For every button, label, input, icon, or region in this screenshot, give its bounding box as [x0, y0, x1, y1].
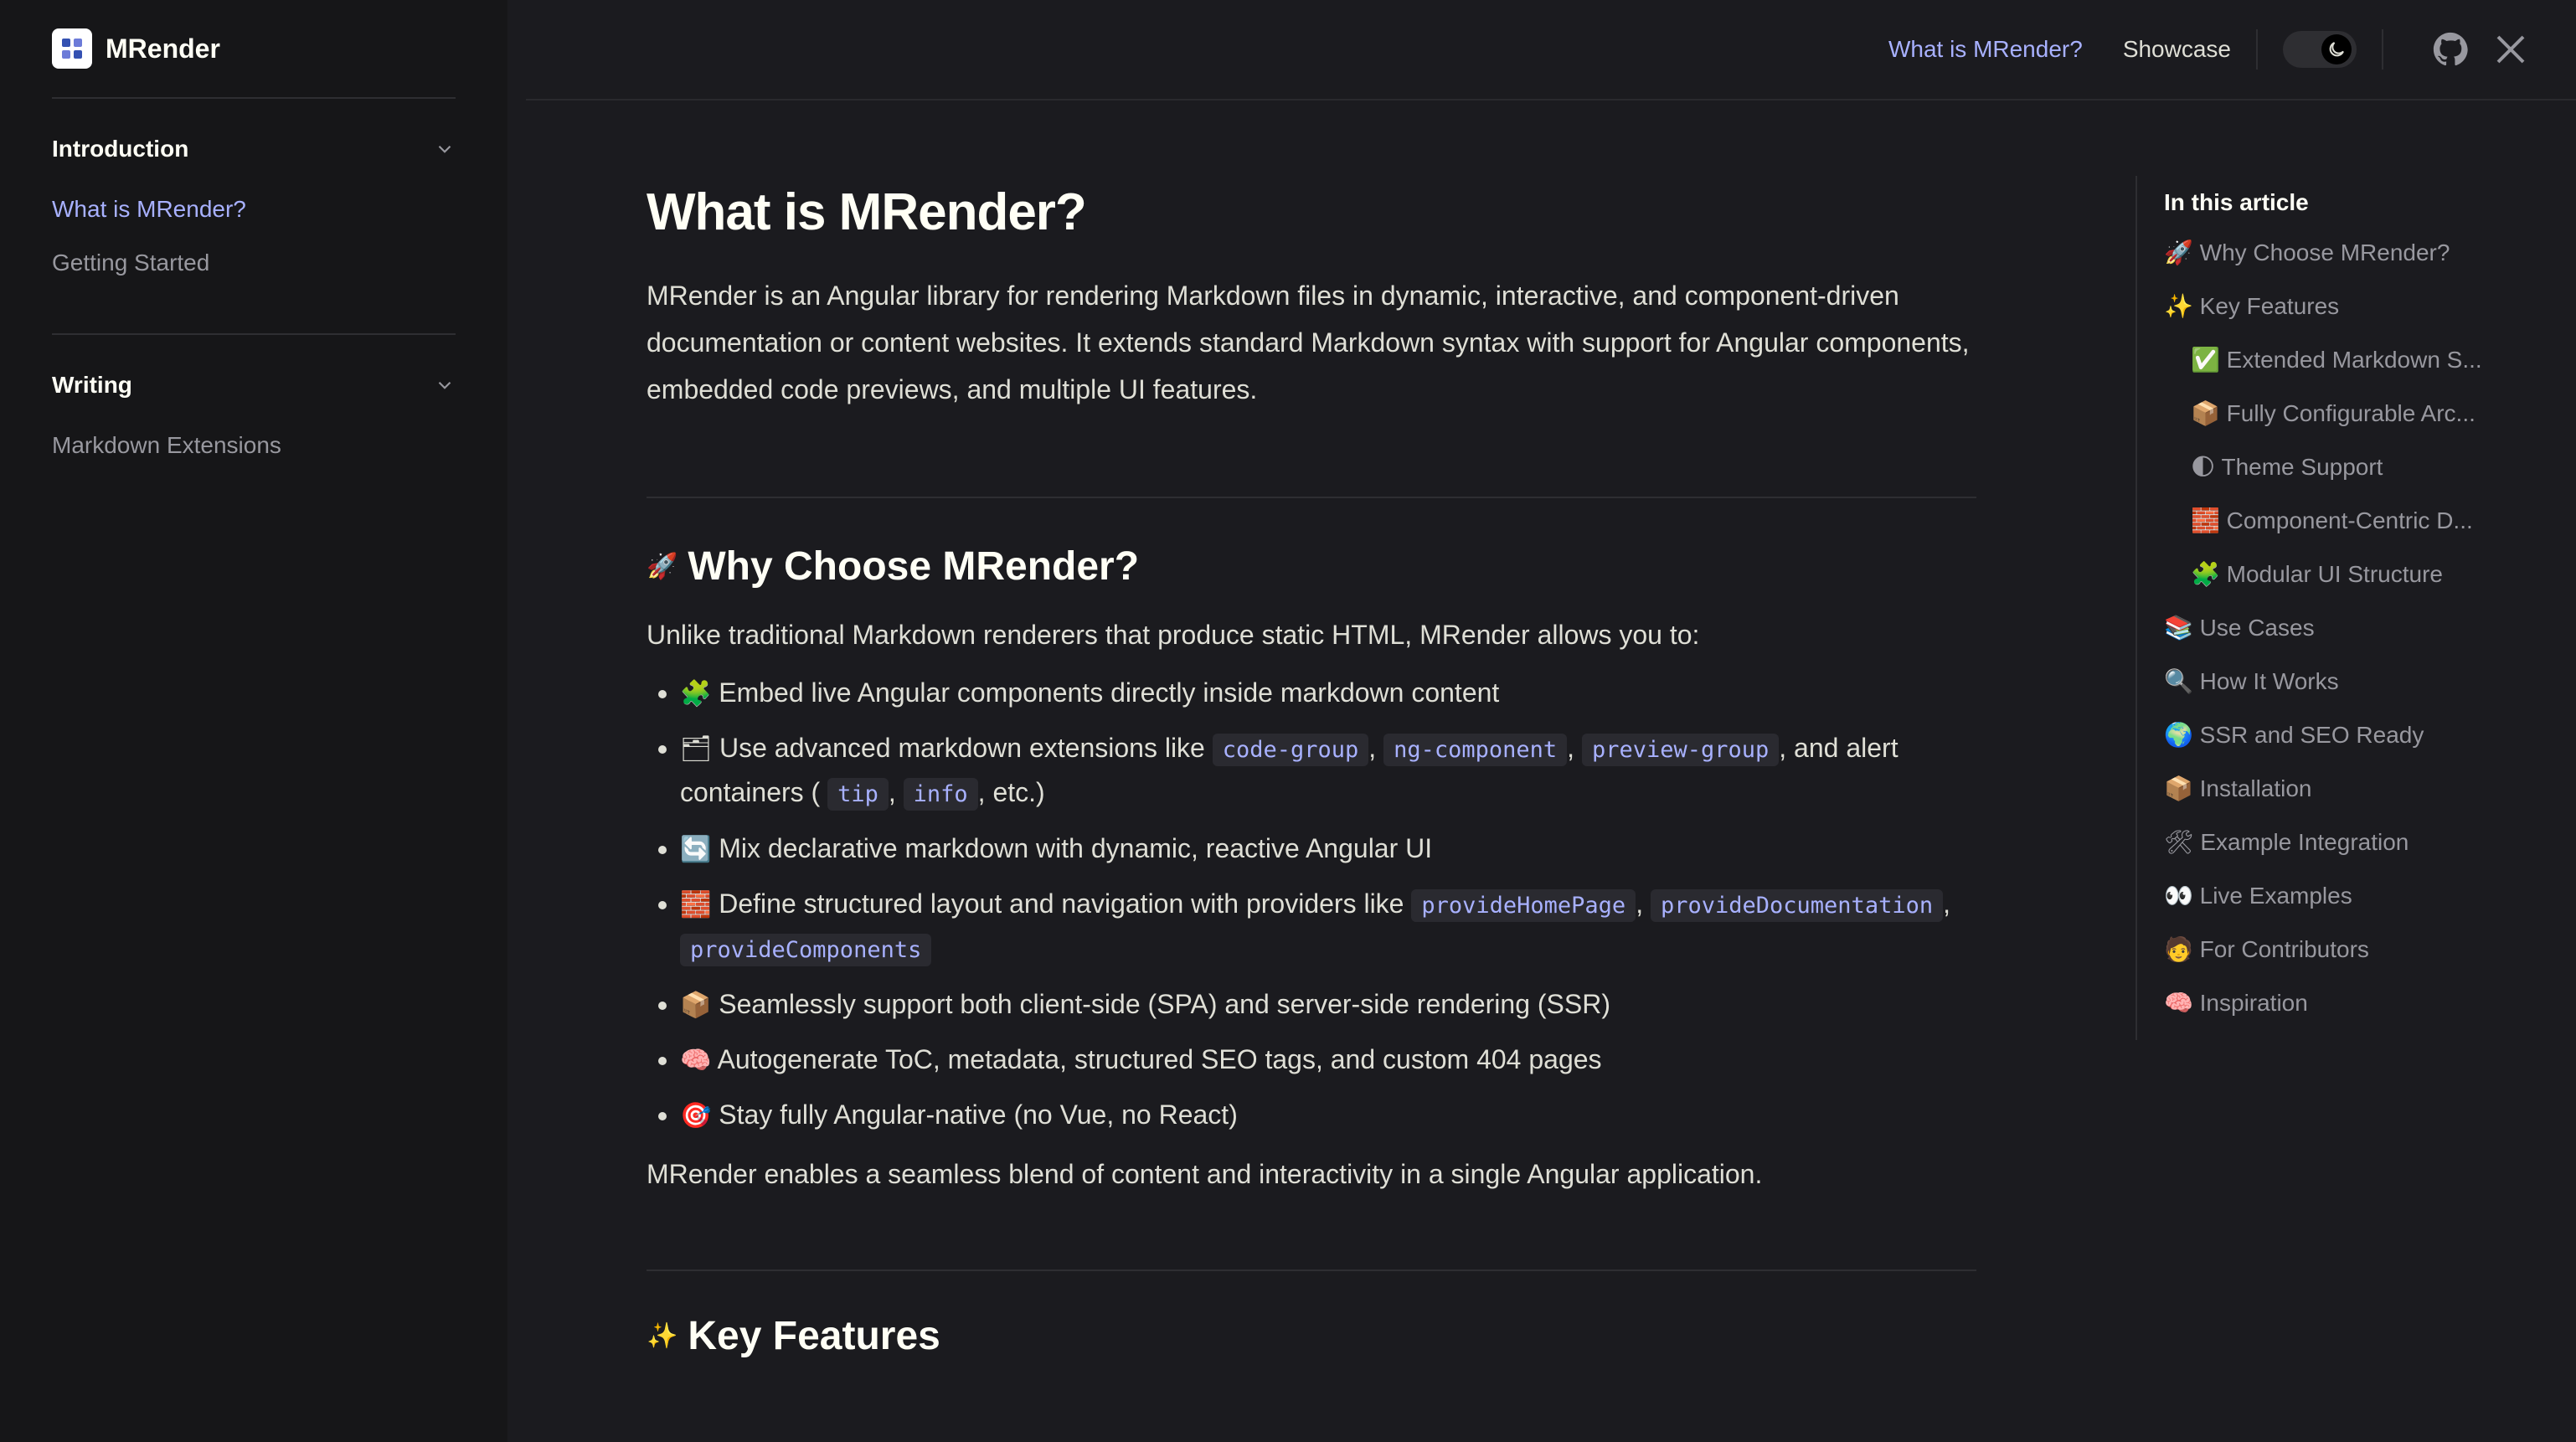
table-of-contents: In this article 🚀 Why Choose MRender? ✨ …: [2136, 176, 2504, 1040]
inline-code: provideComponents: [680, 934, 932, 966]
toc-item[interactable]: ✨ Key Features: [2164, 290, 2504, 343]
nav-showcase[interactable]: Showcase: [2123, 36, 2231, 63]
article: What is MRender? MRender is an Angular l…: [647, 142, 1976, 1384]
sidebar-group-toggle[interactable]: Introduction: [52, 132, 456, 166]
brain-icon: 🧠: [680, 1046, 712, 1075]
github-icon[interactable]: [2432, 31, 2469, 68]
inline-code: provideHomePage: [1411, 889, 1636, 922]
sidebar: MRender Introduction What is MRender? Ge…: [0, 0, 507, 1442]
package-icon: 📦: [680, 991, 712, 1020]
refresh-icon: 🔄: [680, 835, 712, 864]
inline-code: tip: [827, 778, 889, 811]
list-item: 🎯 Stay fully Angular-native (no Vue, no …: [680, 1094, 1976, 1137]
brand-name: MRender: [106, 33, 220, 64]
folder-icon: 🗂: [680, 734, 713, 764]
toc-item[interactable]: 🧩 Modular UI Structure: [2164, 558, 2504, 611]
list-item-text: Mix declarative markdown with dynamic, r…: [719, 833, 1433, 863]
list-item-text: Embed live Angular components directly i…: [719, 677, 1500, 708]
toc-item[interactable]: 🧱 Component-Centric D...: [2164, 504, 2504, 558]
chevron-down-icon: [438, 145, 451, 153]
sidebar-item-what-is-mrender[interactable]: What is MRender?: [52, 193, 456, 246]
sidebar-group-toggle[interactable]: Writing: [52, 368, 456, 402]
theme-toggle-icon: [2321, 34, 2352, 64]
list-item: 📦 Seamlessly support both client-side (S…: [680, 983, 1976, 1027]
toc-item[interactable]: 📦 Installation: [2164, 772, 2504, 826]
brand[interactable]: MRender: [52, 0, 456, 99]
list-item-text: Stay fully Angular-native (no Vue, no Re…: [719, 1100, 1238, 1130]
lead-paragraph: MRender is an Angular library for render…: [647, 281, 1970, 404]
chevron-down-icon: [438, 381, 451, 389]
nav-divider: [2256, 29, 2258, 70]
section-heading-text: Why Choose MRender?: [688, 544, 1140, 589]
x-icon[interactable]: [2492, 31, 2529, 68]
mrender-logo-icon: [52, 28, 92, 69]
toc-item[interactable]: 🚀 Why Choose MRender?: [2164, 236, 2504, 290]
inline-code: provideDocumentation: [1650, 889, 1944, 922]
toc-item[interactable]: 🧑 For Contributors: [2164, 933, 2504, 986]
list-item: 🗂 Use advanced markdown extensions like …: [680, 727, 1976, 816]
list-item-text: Autogenerate ToC, metadata, structured S…: [717, 1044, 1602, 1074]
toc-item[interactable]: 🛠 Example Integration: [2164, 826, 2504, 879]
nav-what-is-mrender[interactable]: What is MRender?: [1888, 36, 2083, 63]
page-title: What is MRender?: [647, 183, 1087, 241]
section-heading-key-features: ✨ Key Features: [647, 1313, 1976, 1359]
top-nav: What is MRender? Showcase: [526, 0, 2576, 100]
toc-item[interactable]: ✅ Extended Markdown S...: [2164, 343, 2504, 397]
section-outro: MRender enables a seamless blend of cont…: [647, 1159, 1763, 1189]
toc-title: In this article: [2164, 189, 2309, 215]
nav-divider: [2382, 29, 2383, 70]
inline-code: code-group: [1212, 734, 1369, 766]
list-item-text: , etc.): [977, 777, 1045, 807]
puzzle-icon: 🧩: [680, 679, 712, 708]
toc-item[interactable]: 📦 Fully Configurable Arc...: [2164, 397, 2504, 451]
list-item: 🧱 Define structured layout and navigatio…: [680, 883, 1976, 971]
list-item-text: Use advanced markdown extensions like: [719, 733, 1205, 763]
list-item-text: Define structured layout and navigation …: [719, 888, 1404, 919]
sidebar-group-title: Introduction: [52, 136, 189, 162]
sidebar-group-title: Writing: [52, 372, 132, 398]
toc-item[interactable]: 🌍 SSR and SEO Ready: [2164, 718, 2504, 772]
toc-item[interactable]: 🌓 Theme Support: [2164, 451, 2504, 504]
list-item: 🧠 Autogenerate ToC, metadata, structured…: [680, 1038, 1976, 1082]
inline-code: ng-component: [1383, 734, 1568, 766]
toc-item[interactable]: 🧠 Inspiration: [2164, 986, 2504, 1040]
toc-item[interactable]: 📚 Use Cases: [2164, 611, 2504, 665]
sidebar-group-introduction: Introduction What is MRender? Getting St…: [52, 99, 456, 335]
list-item: 🔄 Mix declarative markdown with dynamic,…: [680, 827, 1976, 871]
list-item-text: Seamlessly support both client-side (SPA…: [719, 989, 1610, 1019]
inline-code: info: [903, 778, 978, 811]
section-divider: [647, 497, 1976, 498]
theme-toggle[interactable]: [2283, 31, 2357, 68]
target-icon: 🎯: [680, 1101, 712, 1130]
inline-code: preview-group: [1581, 734, 1780, 766]
list-item: 🧩 Embed live Angular components directly…: [680, 672, 1976, 715]
feature-list: 🧩 Embed live Angular components directly…: [647, 672, 1976, 1137]
section-intro: Unlike traditional Markdown renderers th…: [647, 620, 1700, 650]
toc-item[interactable]: 👀 Live Examples: [2164, 879, 2504, 933]
toc-item[interactable]: 🔍 How It Works: [2164, 665, 2504, 718]
section-heading-why-choose: 🚀 Why Choose MRender?: [647, 543, 1976, 590]
bricks-icon: 🧱: [680, 890, 712, 919]
section-heading-text: Key Features: [688, 1314, 940, 1358]
sparkles-icon: ✨: [647, 1321, 678, 1351]
sidebar-item-markdown-extensions[interactable]: Markdown Extensions: [52, 429, 456, 482]
sidebar-item-getting-started[interactable]: Getting Started: [52, 246, 456, 300]
rocket-icon: 🚀: [647, 552, 678, 581]
sidebar-group-writing: Writing Markdown Extensions: [52, 335, 456, 516]
section-divider: [647, 1269, 1976, 1271]
